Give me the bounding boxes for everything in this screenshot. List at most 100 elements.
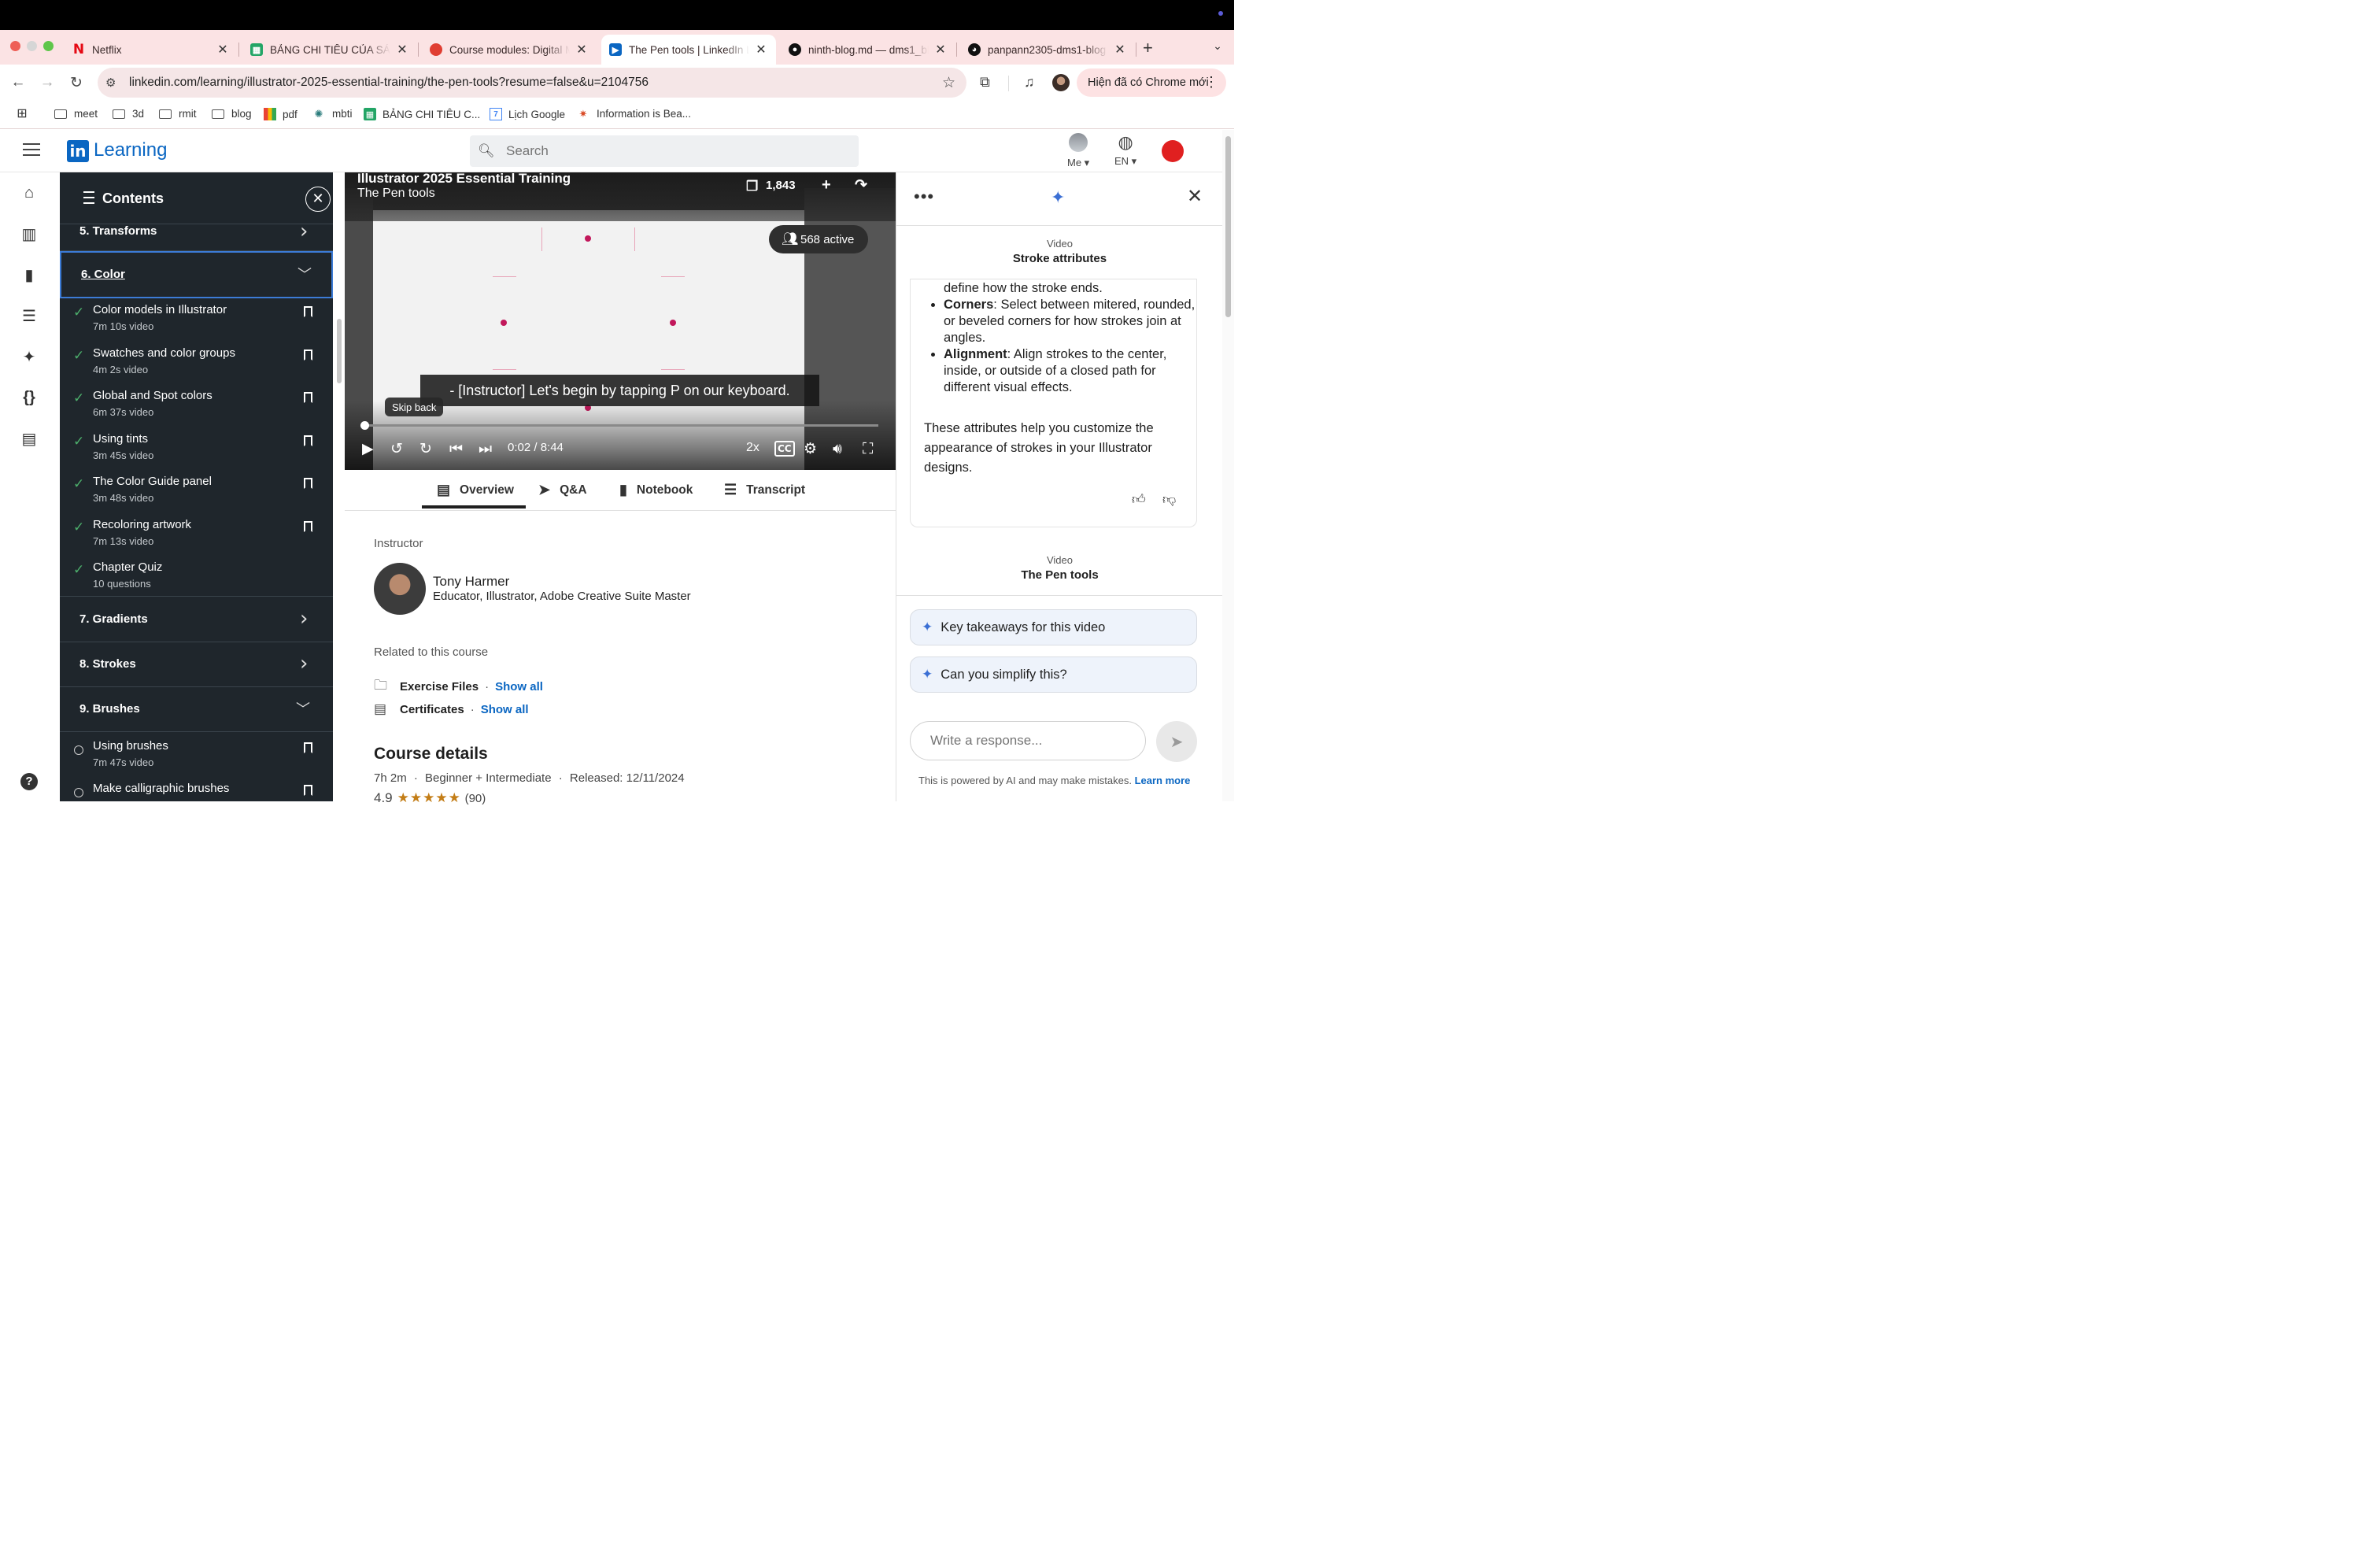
- simplify-prompt-button[interactable]: ✦ Can you simplify this?: [910, 656, 1197, 693]
- bookmark-pdf[interactable]: pdf: [264, 108, 298, 120]
- bookmark-icon[interactable]: [304, 392, 312, 403]
- add-icon[interactable]: +: [822, 176, 831, 194]
- list-item[interactable]: ✓ Chapter Quiz 10 questions: [60, 556, 333, 597]
- skip-forward-10-icon[interactable]: ↻: [419, 440, 432, 457]
- media-control-icon[interactable]: ♫: [1024, 74, 1035, 91]
- play-icon[interactable]: ▶: [362, 440, 374, 457]
- thumbs-down-icon[interactable]: 👎︎: [1162, 491, 1176, 508]
- tab-qa[interactable]: ➤ Q&A: [538, 482, 587, 498]
- playback-speed-button[interactable]: 2x: [746, 441, 759, 455]
- forward-arrow-icon[interactable]: →: [37, 72, 57, 93]
- window-minimize-button[interactable]: [27, 41, 37, 51]
- exercise-files-show-all-link[interactable]: Show all: [495, 680, 543, 693]
- close-tab-icon[interactable]: ✕: [754, 42, 768, 57]
- certificates-show-all-link[interactable]: Show all: [481, 703, 529, 716]
- section-gradients[interactable]: 7. Gradients ›: [60, 597, 333, 642]
- video-player[interactable]: Illustrator 2025 Essential Training The …: [345, 172, 896, 470]
- list-item[interactable]: ✓ Using tints 3m 45s video: [60, 427, 333, 470]
- browser-tab-github[interactable]: ● ninth-blog.md — dms1_blo ✕: [781, 35, 955, 65]
- skip-back-10-icon[interactable]: ↺: [390, 440, 403, 457]
- library-book-icon[interactable]: ▮: [20, 265, 39, 284]
- help-icon[interactable]: ?: [20, 773, 38, 790]
- progress-knob[interactable]: [360, 421, 369, 430]
- list-icon[interactable]: ☰: [20, 306, 39, 325]
- next-video-icon[interactable]: ⏭︎: [479, 440, 492, 457]
- code-braces-icon[interactable]: {}: [20, 388, 39, 407]
- bookmark-folder-meet[interactable]: meet: [54, 108, 98, 120]
- instructor-avatar[interactable]: [374, 563, 426, 615]
- close-tab-icon[interactable]: ✕: [575, 42, 589, 57]
- address-bar[interactable]: ⚙ linkedin.com/learning/illustrator-2025…: [98, 68, 966, 98]
- video-progress-bar[interactable]: [360, 421, 878, 430]
- apps-grid-icon[interactable]: ⊞: [15, 107, 35, 120]
- window-close-button[interactable]: [10, 41, 20, 51]
- section-color[interactable]: 6. Color ﹀: [60, 251, 333, 298]
- bookmark-folder-3d[interactable]: 3d: [112, 108, 144, 120]
- bookmark-icon[interactable]: [304, 478, 312, 489]
- back-arrow-icon[interactable]: ←: [8, 72, 28, 93]
- tab-overview[interactable]: ▤ Overview: [437, 482, 514, 498]
- close-tab-icon[interactable]: ✕: [216, 42, 230, 57]
- section-transforms[interactable]: 5. Transforms ›: [60, 220, 333, 251]
- volume-icon[interactable]: 🔊︎: [833, 440, 842, 457]
- list-item[interactable]: ✓ The Color Guide panel 3m 48s video: [60, 470, 333, 512]
- bookmark-icon[interactable]: [304, 742, 312, 753]
- hamburger-menu-icon[interactable]: [23, 143, 40, 160]
- close-tab-icon[interactable]: ✕: [395, 42, 409, 57]
- home-icon[interactable]: ⌂: [20, 183, 39, 202]
- send-icon[interactable]: ➤: [1156, 721, 1197, 762]
- more-options-icon[interactable]: •••: [914, 187, 934, 207]
- instructor-name[interactable]: Tony Harmer: [433, 574, 509, 590]
- site-info-icon[interactable]: ⚙: [105, 76, 121, 90]
- browser-tab-sheets[interactable]: ▦ BẢNG CHI TIÊU CỦA SÁO ✕: [242, 35, 417, 65]
- tab-search-chevron-icon[interactable]: ⌄: [1209, 39, 1226, 57]
- bookmark-icon[interactable]: [304, 350, 312, 361]
- section-brushes[interactable]: 9. Brushes ﹀: [60, 687, 333, 732]
- browser-tab-netflix[interactable]: N Netflix ✕: [65, 35, 238, 65]
- page-scrollbar[interactable]: [1222, 130, 1234, 801]
- bookmark-icon[interactable]: [304, 306, 312, 317]
- ai-sparkle-icon[interactable]: ✦: [20, 347, 39, 366]
- section-strokes[interactable]: 8. Strokes ›: [60, 642, 333, 687]
- browser-tab-canvas[interactable]: Course modules: Digital M ✕: [422, 35, 597, 65]
- bookmark-icon[interactable]: [304, 521, 312, 532]
- close-tab-icon[interactable]: ✕: [1113, 42, 1127, 57]
- settings-gear-icon[interactable]: ⚙: [804, 440, 817, 457]
- response-box[interactable]: [910, 721, 1146, 760]
- browser-tab-copilot[interactable]: ◕ panpann2305-dms1-blog ✕: [960, 35, 1135, 65]
- language-menu-button[interactable]: ◍ EN ▾: [1114, 133, 1136, 168]
- share-icon[interactable]: ↷: [855, 176, 867, 194]
- response-input[interactable]: [930, 733, 1127, 749]
- bookmark-mbti[interactable]: ✺ mbti: [312, 108, 353, 120]
- bookmark-folder-blog[interactable]: blog: [211, 108, 252, 120]
- bookmark-information-is-beautiful[interactable]: ✷ Information is Bea...: [576, 108, 692, 120]
- new-tab-button[interactable]: +: [1143, 38, 1153, 58]
- search-box[interactable]: 🔍︎: [470, 135, 859, 167]
- map-icon[interactable]: ▥: [20, 224, 39, 243]
- list-item[interactable]: ✓ Color models in Illustrator 7m 10s vide…: [60, 298, 333, 341]
- close-tab-icon[interactable]: ✕: [933, 42, 948, 57]
- url-text[interactable]: linkedin.com/learning/illustrator-2025-e…: [129, 76, 649, 90]
- close-icon[interactable]: ✕: [1187, 185, 1203, 208]
- closed-captions-icon[interactable]: CC: [774, 441, 795, 457]
- previous-video-icon[interactable]: ⏮︎: [449, 440, 463, 457]
- profile-avatar[interactable]: [1052, 74, 1070, 91]
- bookmark-sheets[interactable]: ▦ BẢNG CHI TIÊU C...: [364, 108, 480, 120]
- chrome-update-button[interactable]: Hiện đã có Chrome mới ⋮: [1077, 68, 1226, 97]
- bookmark-icon[interactable]: ❒: [746, 179, 758, 194]
- list-item[interactable]: ✓ Recoloring artwork 7m 13s video: [60, 513, 333, 556]
- notification-badge-icon[interactable]: [1162, 140, 1184, 162]
- browser-tab-linkedin-learning[interactable]: ▶ The Pen tools | LinkedIn Le ✕: [601, 35, 776, 65]
- thumbs-up-icon[interactable]: 👍︎: [1132, 491, 1146, 508]
- window-zoom-button[interactable]: [43, 41, 54, 51]
- search-input[interactable]: [506, 143, 821, 159]
- learning-brand[interactable]: Learning: [94, 139, 167, 161]
- tab-notebook[interactable]: ▮ Notebook: [619, 482, 693, 498]
- learn-more-link[interactable]: Learn more: [1135, 775, 1191, 786]
- key-takeaways-prompt-button[interactable]: ✦ Key takeaways for this video: [910, 609, 1197, 645]
- bookmark-icon[interactable]: [304, 785, 312, 796]
- linkedin-logo[interactable]: in: [67, 140, 89, 162]
- close-contents-button[interactable]: ✕: [305, 187, 331, 212]
- bookmark-folder-rmit[interactable]: rmit: [158, 108, 197, 120]
- fullscreen-icon[interactable]: ⛶: [863, 440, 873, 457]
